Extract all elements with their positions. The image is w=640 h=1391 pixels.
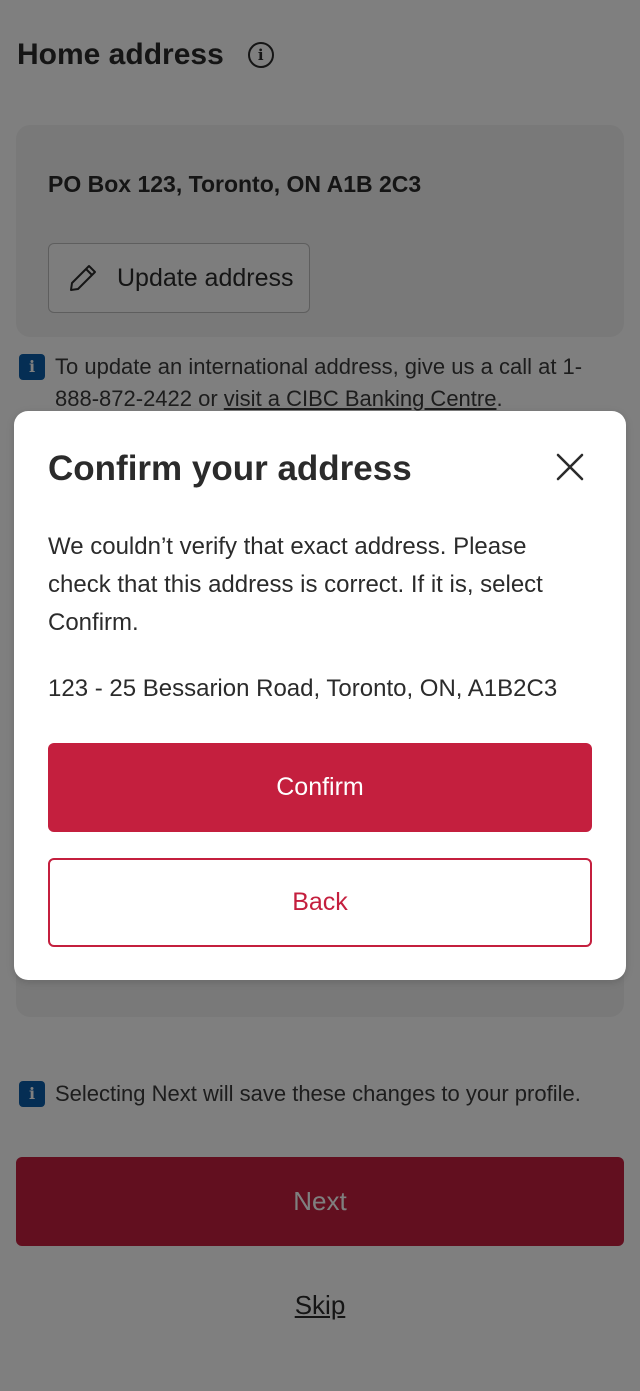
back-button[interactable]: Back bbox=[48, 858, 592, 947]
dialog-message: We couldn’t verify that exact address. P… bbox=[48, 533, 543, 636]
confirm-address-dialog: Confirm your address We couldn’t verify … bbox=[14, 411, 626, 980]
dialog-title: Confirm your address bbox=[48, 449, 412, 488]
confirm-button[interactable]: Confirm bbox=[48, 743, 592, 832]
close-icon[interactable] bbox=[554, 451, 586, 483]
suggested-address: 123 - 25 Bessarion Road, Toronto, ON, A1… bbox=[48, 675, 558, 702]
